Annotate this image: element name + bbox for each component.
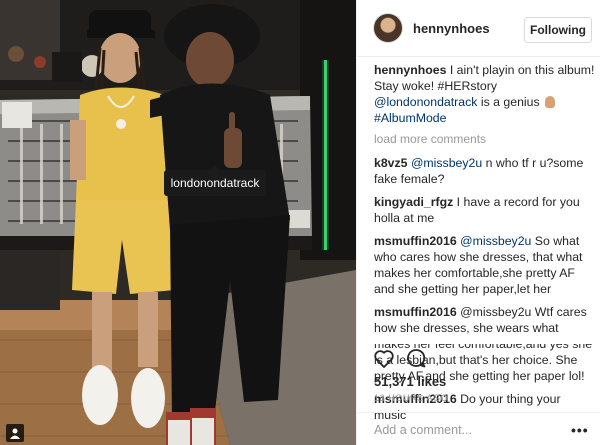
add-comment-bar: ••• xyxy=(357,412,600,445)
post-timestamp: 13 HOURS AGO xyxy=(374,393,449,403)
post-photo-image xyxy=(0,0,356,445)
comment-username[interactable]: msmuffin2016 xyxy=(374,234,457,248)
post-photo[interactable]: londonondatrack xyxy=(0,0,356,445)
comment-item: kingyadi_rfgz I have a record for you ho… xyxy=(374,194,596,226)
comments-clip xyxy=(357,338,600,344)
avatar[interactable] xyxy=(373,13,403,43)
post-header: hennynhoes Following xyxy=(357,0,600,57)
more-options-icon[interactable]: ••• xyxy=(571,422,589,438)
speech-bubble-icon xyxy=(407,349,426,368)
comment-item: msmuffin2016 @missbey2u So what who care… xyxy=(374,233,596,297)
load-more-comments-link[interactable]: load more comments xyxy=(374,132,596,146)
ok-hand-emoji-icon xyxy=(545,96,556,108)
heart-icon xyxy=(374,350,394,368)
comment-button[interactable] xyxy=(404,346,428,370)
caption-mention[interactable]: @londonondatrack xyxy=(374,95,477,109)
post-caption: hennynhoes I ain't playin on this album!… xyxy=(374,62,596,126)
like-button[interactable] xyxy=(372,346,396,370)
comment-mention[interactable]: @missbey2u xyxy=(460,234,531,248)
following-button[interactable]: Following xyxy=(524,17,592,43)
tag-toggle-button[interactable] xyxy=(6,424,24,442)
likes-count[interactable]: 51,371 likes xyxy=(374,374,446,389)
header-username[interactable]: hennynhoes xyxy=(413,21,490,36)
comment-username[interactable]: k8vz5 xyxy=(374,156,408,170)
comment-item: k8vz5 @missbey2u n who tf r u?some fake … xyxy=(374,155,596,187)
comment-mention[interactable]: @missbey2u xyxy=(411,156,482,170)
photo-user-tag[interactable]: londonondatrack xyxy=(164,165,266,196)
comment-username[interactable]: msmuffin2016 xyxy=(374,305,457,319)
comment-username[interactable]: kingyadi_rfgz xyxy=(374,195,453,209)
person-tag-icon xyxy=(10,428,20,439)
caption-text-middle: is a genius xyxy=(477,95,544,109)
add-comment-input[interactable] xyxy=(374,421,554,439)
caption-username[interactable]: hennynhoes xyxy=(374,63,446,77)
comment-item: msmuffin2016 @missbey2u Wtf cares how sh… xyxy=(374,304,596,384)
post-side-panel: hennynhoes Following hennynhoes I ain't … xyxy=(356,0,600,445)
caption-hashtag-text[interactable]: #AlbumMode xyxy=(374,111,446,125)
